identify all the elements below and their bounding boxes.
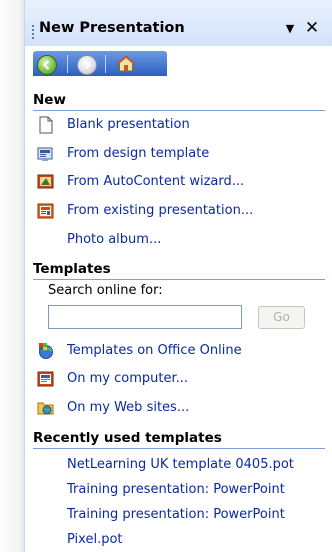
close-icon[interactable]: ✕ <box>304 19 320 37</box>
from-autocontent-wizard-link[interactable]: From AutoContent wizard... <box>67 172 325 192</box>
back-arrow-icon[interactable] <box>37 55 57 75</box>
link-label: Training presentation: PowerPoint <box>67 507 285 522</box>
forward-arrow-icon[interactable] <box>77 55 97 75</box>
link-label: From AutoContent wizard... <box>67 174 245 189</box>
link-label: Training presentation: PowerPoint <box>67 482 285 497</box>
section-recent-templates: Recently used templates <box>33 430 325 449</box>
search-online-input[interactable] <box>48 305 242 329</box>
from-existing-presentation-link[interactable]: From existing presentation... <box>67 201 325 221</box>
task-pane: New Presentation ▼ ✕ New Blank presentat… <box>24 0 332 552</box>
web-sites-icon <box>37 399 55 417</box>
on-my-computer-link[interactable]: On my computer... <box>67 369 325 389</box>
section-heading: Templates <box>33 261 111 277</box>
link-label: Photo album... <box>67 232 162 247</box>
section-divider <box>33 448 325 449</box>
from-design-template-link[interactable]: From design template <box>67 144 325 164</box>
photo-album-link[interactable]: Photo album... <box>67 230 325 250</box>
section-heading: Recently used templates <box>33 430 222 446</box>
recent-template-item[interactable]: Pixel.pot <box>67 530 329 550</box>
nav-separator <box>105 55 106 73</box>
recent-template-item[interactable]: Training presentation: PowerPoint <box>67 505 329 525</box>
task-pane-titlebar: New Presentation ▼ ✕ <box>25 0 332 46</box>
design-template-icon <box>37 145 55 163</box>
go-button[interactable]: Go <box>258 306 305 329</box>
nav-separator <box>67 55 68 73</box>
link-label: Pixel.pot <box>67 532 123 547</box>
link-label: On my computer... <box>67 371 188 386</box>
recent-template-item[interactable]: Training presentation: PowerPoint <box>67 480 329 500</box>
blank-page-icon <box>37 116 55 134</box>
pane-dropdown-icon[interactable]: ▼ <box>283 21 297 37</box>
section-heading: New <box>33 92 66 108</box>
desktop-edge <box>0 0 24 552</box>
search-online-label: Search online for: <box>48 283 163 298</box>
section-divider <box>33 279 325 280</box>
section-new: New <box>33 92 325 111</box>
blank-presentation-link[interactable]: Blank presentation <box>67 115 325 135</box>
link-label: On my Web sites... <box>67 400 190 415</box>
link-label: Templates on Office Online <box>67 343 242 358</box>
move-grip-icon[interactable] <box>32 24 34 39</box>
my-computer-icon <box>37 370 55 388</box>
link-label: From existing presentation... <box>67 203 254 218</box>
task-pane-title: New Presentation <box>39 20 185 36</box>
on-my-web-sites-link[interactable]: On my Web sites... <box>67 398 325 418</box>
existing-presentation-icon <box>37 202 55 220</box>
link-label: NetLearning UK template 0405.pot <box>67 457 294 472</box>
section-templates: Templates <box>33 261 325 280</box>
link-label: From design template <box>67 146 210 161</box>
templates-office-online-link[interactable]: Templates on Office Online <box>67 341 325 361</box>
link-label: Blank presentation <box>67 117 190 132</box>
navigation-bar <box>33 51 167 76</box>
autocontent-wizard-icon <box>37 173 55 191</box>
office-online-icon <box>37 342 55 360</box>
section-divider <box>33 110 325 111</box>
recent-template-item[interactable]: NetLearning UK template 0405.pot <box>67 455 329 475</box>
home-icon[interactable] <box>115 54 137 74</box>
